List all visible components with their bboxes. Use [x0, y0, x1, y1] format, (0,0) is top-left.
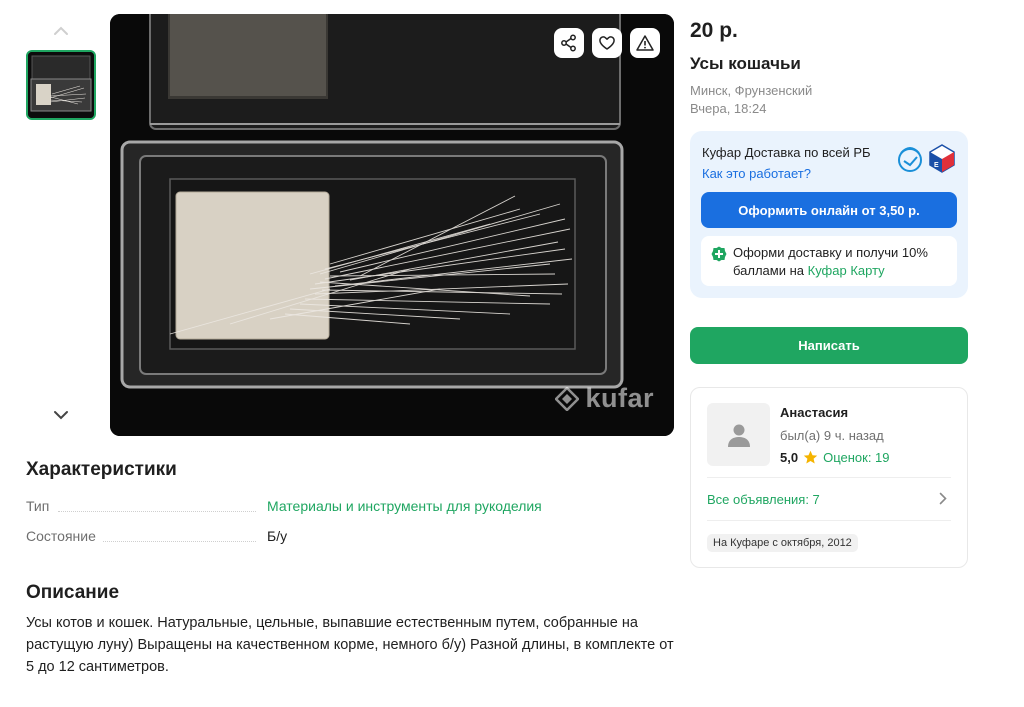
delivery-logos: E — [896, 143, 956, 173]
seller-card: Анастасия был(а) 9 ч. назад 5,0 Оценок: … — [690, 387, 968, 568]
char-value-type[interactable]: Материалы и инструменты для рукоделия — [267, 498, 542, 514]
bonus-icon — [711, 246, 727, 267]
all-ads-link[interactable]: Все объявления: 7 — [707, 492, 820, 507]
reviews-link[interactable]: Оценок: 19 — [823, 450, 889, 465]
price: 20 р. — [690, 19, 738, 42]
order-online-button[interactable]: Оформить онлайн от 3,50 р. — [701, 192, 957, 228]
star-icon — [803, 450, 818, 464]
thumbnail-strip — [24, 14, 98, 436]
listing-title: Усы кошачьи — [690, 54, 801, 73]
chevron-right-icon[interactable] — [939, 492, 947, 510]
write-button[interactable]: Написать — [690, 327, 968, 364]
belpost-logo-icon — [898, 147, 922, 172]
user-icon — [727, 424, 750, 447]
share-icon[interactable] — [554, 28, 584, 58]
main-photo[interactable]: kufar — [110, 14, 674, 436]
rating-value: 5,0 — [780, 450, 799, 465]
svg-text:E: E — [934, 162, 939, 169]
photo-thumbnail[interactable] — [26, 50, 96, 120]
avatar[interactable] — [707, 403, 770, 466]
delivery-card: Куфар Доставка по всей РБ Как это работа… — [690, 131, 968, 298]
watermark-text: kufar — [585, 383, 654, 413]
chevron-up-icon[interactable] — [50, 20, 72, 42]
product-image — [110, 14, 674, 436]
europochta-logo-icon: E — [929, 144, 955, 173]
char-label-type: Тип — [26, 498, 56, 514]
photo-actions — [554, 28, 660, 58]
divider — [707, 477, 951, 478]
char-row-type: Тип Материалы и инструменты для рукодели… — [26, 492, 666, 514]
listing-time: Вчера, 18:24 — [690, 101, 767, 116]
char-value-condition: Б/у — [267, 528, 288, 544]
kufar-watermark: kufar — [555, 383, 654, 414]
listing-location: Минск, Фрунзенский — [690, 83, 813, 98]
char-row-condition: Состояние Б/у — [26, 522, 666, 544]
seller-last-seen: был(а) 9 ч. назад — [780, 428, 884, 443]
char-label-condition: Состояние — [26, 528, 102, 544]
description-text: Усы котов и кошек. Натуральные, цельные,… — [26, 615, 674, 675]
delivery-promo: Оформи доставку и получи 10% баллами на … — [701, 236, 957, 286]
member-since-badge: На Куфаре с октября, 2012 — [707, 534, 858, 552]
heart-icon[interactable] — [592, 28, 622, 58]
chevron-down-icon[interactable] — [50, 404, 72, 426]
delivery-how-link[interactable]: Как это работает? — [702, 166, 811, 181]
characteristics-heading: Характеристики — [26, 459, 177, 480]
seller-name[interactable]: Анастасия — [780, 405, 848, 420]
delivery-title: Куфар Доставка по всей РБ — [702, 145, 871, 160]
seller-rating: 5,0 Оценок: 19 — [780, 450, 890, 465]
warning-icon[interactable] — [630, 28, 660, 58]
kufar-card-link[interactable]: Куфар Карту — [808, 263, 885, 278]
kufar-logo-icon — [555, 386, 580, 411]
description-heading: Описание — [26, 582, 120, 603]
divider — [707, 520, 951, 521]
